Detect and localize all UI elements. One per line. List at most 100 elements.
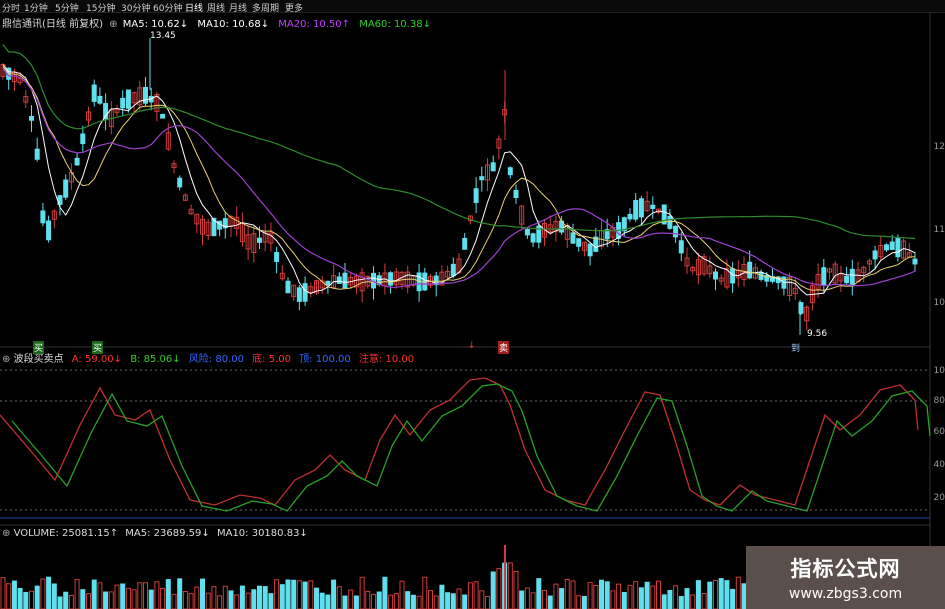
price-axis-tick: 12 xyxy=(933,142,945,152)
watermark-badge: 指标公式网 www.zbgs3.com xyxy=(746,546,945,609)
volume-bar xyxy=(701,592,707,609)
volume-bar xyxy=(730,588,736,609)
candle-body xyxy=(97,95,103,104)
volume-bar xyxy=(234,594,240,609)
volume-bar xyxy=(707,581,713,609)
volume-bar xyxy=(473,581,479,609)
volume-bar xyxy=(570,580,576,609)
volume-bar xyxy=(97,582,103,609)
candle-body xyxy=(388,272,394,286)
volume-bar xyxy=(564,578,570,609)
volume-bar xyxy=(496,568,502,609)
volume-bar xyxy=(724,580,730,609)
candle-body xyxy=(570,232,576,244)
volume-bar xyxy=(296,580,302,609)
volume-bar xyxy=(6,583,12,609)
volume-bar xyxy=(450,593,456,609)
low-price-label: 9.56 xyxy=(807,329,828,339)
candle-body xyxy=(627,213,633,220)
candle-body xyxy=(530,233,536,243)
kline-chart[interactable] xyxy=(0,0,945,609)
volume-bar xyxy=(257,585,262,609)
volume-bar xyxy=(684,588,690,609)
candle-body xyxy=(587,243,593,257)
volume-bar xyxy=(125,587,131,609)
volume-bar xyxy=(359,576,365,609)
candle-body xyxy=(120,97,126,109)
volume-bar xyxy=(131,589,137,609)
candle-body xyxy=(302,283,308,302)
volume-bar xyxy=(200,578,205,609)
volume-bar xyxy=(188,593,194,609)
candle-body xyxy=(633,199,639,220)
volume-bar xyxy=(268,593,274,609)
buy-signal-marker: 买 xyxy=(33,341,45,354)
indicator-axis-tick: 20 xyxy=(933,493,945,503)
candle-body xyxy=(80,133,86,145)
candle-body xyxy=(678,240,684,254)
volume-bar xyxy=(678,596,684,609)
volume-bar xyxy=(137,582,143,609)
volume-bar xyxy=(148,589,154,609)
high-price-label: 13.45 xyxy=(150,31,176,41)
volume-bar xyxy=(690,594,696,609)
candle-body xyxy=(673,225,679,238)
volume-bar xyxy=(302,581,308,609)
volume-bar xyxy=(120,583,126,609)
volume-bar xyxy=(405,591,411,609)
candle-body xyxy=(450,263,456,277)
candle-body xyxy=(177,177,183,188)
volume-bar xyxy=(222,585,228,609)
candle-body xyxy=(713,271,718,280)
volume-bar xyxy=(291,579,297,609)
candle-body xyxy=(638,198,644,218)
volume-bar xyxy=(388,594,394,609)
volume-bar xyxy=(616,583,622,609)
volume-bar xyxy=(103,591,109,609)
volume-bar xyxy=(713,579,718,609)
candle-body xyxy=(507,167,513,176)
candle-body xyxy=(422,272,428,291)
volume-bar xyxy=(576,595,582,609)
volume-bar xyxy=(245,592,251,609)
volume-bar xyxy=(456,588,462,609)
volume-bar xyxy=(416,595,422,609)
candle-body xyxy=(650,204,656,209)
low-signal-marker: 到 xyxy=(791,344,801,354)
indicator-axis-tick: 80 xyxy=(933,396,945,406)
watermark-title: 指标公式网 xyxy=(790,557,901,581)
volume-bar xyxy=(524,587,530,609)
price-axis-tick: 10 xyxy=(933,298,945,308)
volume-bar xyxy=(633,581,639,609)
indicator-axis-tick: 60 xyxy=(933,427,945,437)
candle-body xyxy=(143,86,148,104)
candle-body xyxy=(849,268,855,287)
volume-bar xyxy=(348,589,354,609)
volume-bar xyxy=(279,584,285,609)
volume-bar xyxy=(627,584,633,609)
volume-bar xyxy=(371,593,376,609)
volume-bar xyxy=(319,592,325,609)
volume-bar xyxy=(553,583,559,609)
volume-bar xyxy=(0,577,6,609)
sell-signal-marker: 卖 xyxy=(498,341,510,354)
volume-bar xyxy=(217,595,223,609)
volume-bar xyxy=(439,584,445,609)
volume-bar xyxy=(17,587,23,609)
sell-signal-marker: ↓ xyxy=(468,341,476,351)
candle-body xyxy=(257,237,262,243)
volume-bar xyxy=(194,586,200,609)
volume-bar xyxy=(239,585,245,609)
volume-bar xyxy=(513,570,519,609)
volume-bar xyxy=(23,591,29,609)
volume-bar xyxy=(40,578,46,609)
volume-bar xyxy=(467,582,473,609)
price-axis-tick: 11 xyxy=(933,225,945,235)
candle-body xyxy=(747,261,753,279)
volume-bar xyxy=(308,580,314,609)
candle-body xyxy=(342,272,348,289)
candle-body xyxy=(524,229,530,236)
candle-body xyxy=(889,241,895,250)
volume-bar xyxy=(29,590,34,609)
candle-body xyxy=(473,188,479,203)
